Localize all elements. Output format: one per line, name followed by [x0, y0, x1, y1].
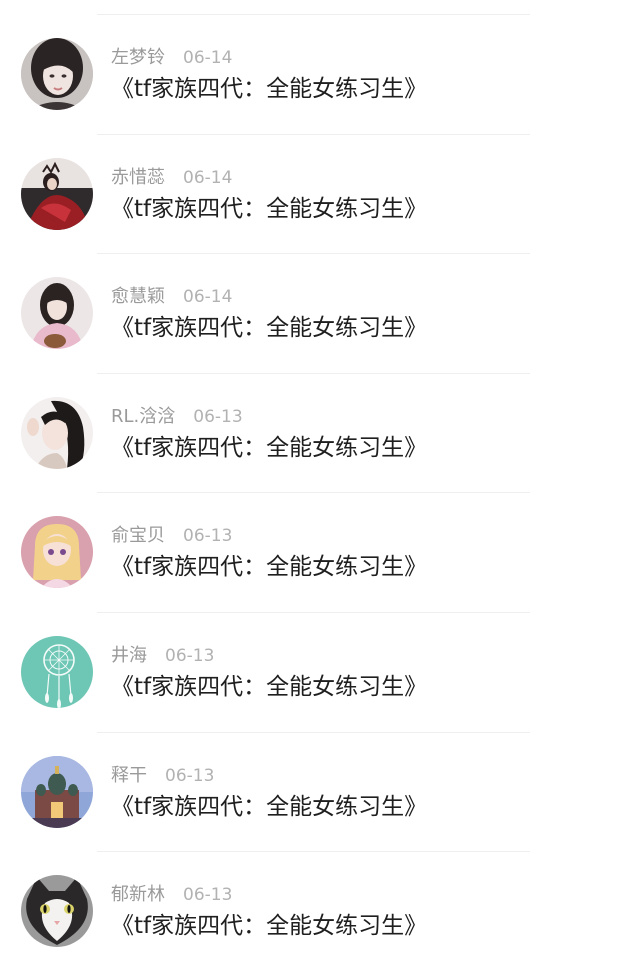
- post-date: 06-13: [183, 526, 233, 547]
- user-name[interactable]: 释干: [111, 765, 147, 786]
- book-title[interactable]: 《tf家族四代：全能女练习生》: [111, 792, 427, 822]
- list-item[interactable]: RL.浛浛 06-13 《tf家族四代：全能女练习生》: [0, 374, 640, 494]
- avatar[interactable]: [21, 277, 93, 350]
- user-name[interactable]: 郁新林: [111, 884, 165, 905]
- avatar[interactable]: [21, 875, 93, 948]
- post-date: 06-13: [193, 406, 243, 427]
- post-date: 06-14: [183, 167, 233, 188]
- list-item[interactable]: 释干 06-13 《tf家族四代：全能女练习生》: [0, 733, 640, 853]
- user-name[interactable]: 愈慧颖: [111, 286, 165, 307]
- anime-girl-icon: [21, 516, 93, 589]
- comment-meta: RL.浛浛 06-13: [111, 405, 243, 429]
- book-title[interactable]: 《tf家族四代：全能女练习生》: [111, 672, 427, 702]
- user-name[interactable]: 左梦铃: [111, 47, 165, 68]
- cathedral-icon: [21, 755, 93, 828]
- comment-meta: 郁新林 06-13: [111, 883, 232, 907]
- list-item[interactable]: 左梦铃 06-14 《tf家族四代：全能女练习生》: [0, 15, 640, 135]
- girl-pink-sweater-icon: [21, 277, 93, 350]
- comment-meta: 愈慧颖 06-14: [111, 285, 232, 309]
- dreamcatcher-icon: [21, 635, 93, 708]
- comment-feed: 左梦铃 06-14 《tf家族四代：全能女练习生》 赤惜蕊 06-14 《tf家族四…: [0, 15, 640, 967]
- user-name[interactable]: 俞宝贝: [111, 525, 165, 546]
- list-item[interactable]: 井海 06-13 《tf家族四代：全能女练习生》: [0, 613, 640, 733]
- cat-icon: [21, 875, 93, 948]
- girl-selfie-icon: [21, 396, 93, 469]
- avatar[interactable]: [21, 157, 93, 230]
- red-dress-figure-icon: [21, 157, 93, 230]
- list-item[interactable]: 愈慧颖 06-14 《tf家族四代：全能女练习生》: [0, 254, 640, 374]
- comment-meta: 左梦铃 06-14: [111, 46, 232, 70]
- post-date: 06-13: [165, 765, 215, 786]
- book-title[interactable]: 《tf家族四代：全能女练习生》: [111, 433, 427, 463]
- book-title[interactable]: 《tf家族四代：全能女练习生》: [111, 911, 427, 941]
- book-title[interactable]: 《tf家族四代：全能女练习生》: [111, 552, 427, 582]
- book-title[interactable]: 《tf家族四代：全能女练习生》: [111, 74, 427, 104]
- book-title[interactable]: 《tf家族四代：全能女练习生》: [111, 313, 427, 343]
- user-name[interactable]: 井海: [111, 645, 147, 666]
- avatar[interactable]: [21, 635, 93, 708]
- avatar[interactable]: [21, 516, 93, 589]
- user-name[interactable]: 赤惜蕊: [111, 167, 165, 188]
- comment-meta: 释干 06-13: [111, 764, 214, 788]
- avatar[interactable]: [21, 755, 93, 828]
- post-date: 06-13: [165, 645, 215, 666]
- avatar[interactable]: [21, 38, 93, 110]
- post-date: 06-14: [183, 48, 233, 68]
- avatar[interactable]: [21, 396, 93, 469]
- post-date: 06-14: [183, 287, 233, 308]
- list-item[interactable]: 郁新林 06-13 《tf家族四代：全能女练习生》: [0, 852, 640, 967]
- book-title[interactable]: 《tf家族四代：全能女练习生》: [111, 194, 427, 224]
- list-item[interactable]: 赤惜蕊 06-14 《tf家族四代：全能女练习生》: [0, 135, 640, 255]
- comment-meta: 赤惜蕊 06-14: [111, 166, 232, 190]
- post-date: 06-13: [183, 885, 233, 906]
- comment-meta: 井海 06-13: [111, 644, 214, 668]
- comment-meta: 俞宝贝 06-13: [111, 524, 232, 548]
- list-item[interactable]: 俞宝贝 06-13 《tf家族四代：全能女练习生》: [0, 493, 640, 613]
- user-name[interactable]: RL.浛浛: [111, 406, 175, 427]
- girl-portrait-icon: [21, 38, 93, 110]
